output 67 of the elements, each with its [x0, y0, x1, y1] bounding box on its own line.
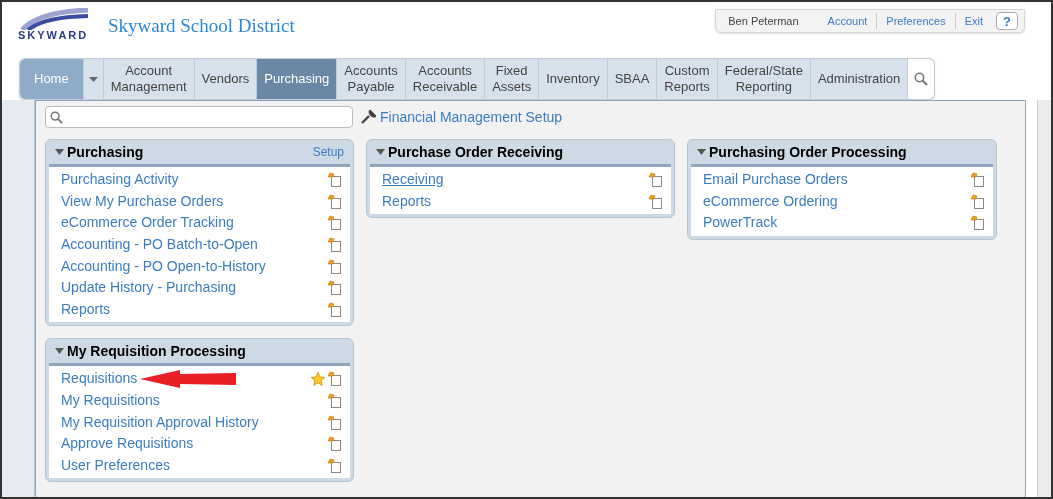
search-icon[interactable] [914, 72, 929, 86]
menu-link[interactable]: User Preferences [61, 454, 170, 476]
panel-title: Purchasing Order Processing [709, 142, 907, 162]
user-name: Ben Peterman [728, 13, 799, 29]
nav-tab[interactable]: Accounts Payable [337, 59, 406, 99]
new-window-icon[interactable] [327, 301, 342, 317]
nav-tab[interactable]: Purchasing [257, 59, 338, 99]
menu-link[interactable]: Requisitions [61, 368, 138, 390]
menu-link[interactable]: Accounting - PO Batch-to-Open [61, 234, 258, 256]
help-button[interactable]: ? [996, 12, 1018, 30]
menu-link[interactable]: Purchasing Activity [61, 169, 179, 191]
collapse-icon[interactable] [697, 149, 706, 155]
dropdown-caret-icon[interactable] [88, 76, 98, 82]
panel-title: Purchase Order Receiving [388, 142, 564, 162]
nav-tab[interactable]: Accounts Receivable [405, 59, 486, 99]
nav-tab[interactable]: Inventory [539, 59, 608, 99]
menu-link[interactable]: Accounting - PO Open-to-History [61, 255, 266, 277]
user-link[interactable]: Account [818, 12, 877, 30]
nav-tab[interactable]: Fixed Assets [485, 59, 540, 99]
new-window-icon[interactable] [648, 193, 663, 209]
new-window-icon[interactable] [327, 172, 342, 188]
new-window-icon[interactable] [970, 193, 985, 209]
new-window-icon[interactable] [327, 393, 342, 409]
menu-link[interactable]: eCommerce Ordering [703, 190, 838, 212]
new-window-icon[interactable] [327, 215, 342, 231]
setup-link[interactable]: Setup [312, 143, 344, 161]
collapse-icon[interactable] [376, 149, 385, 155]
search-icon [50, 110, 63, 124]
panel-title: My Requisition Processing [67, 341, 246, 361]
nav-tab[interactable]: Home [20, 59, 84, 99]
nav-tab[interactable]: Account Management [103, 59, 195, 99]
wrench-icon [361, 109, 376, 125]
menu-link[interactable]: Receiving [382, 169, 444, 191]
menu-link[interactable]: Reports [382, 190, 432, 212]
menu-link[interactable]: Email Purchase Orders [703, 169, 848, 191]
new-window-icon[interactable] [970, 172, 985, 188]
new-window-icon[interactable] [648, 172, 663, 188]
menu-link[interactable]: Update History - Purchasing [61, 277, 237, 299]
new-window-icon[interactable] [327, 436, 342, 452]
menu-link[interactable]: View My Purchase Orders [61, 190, 224, 212]
menu-link[interactable]: eCommerce Order Tracking [61, 212, 234, 234]
collapse-icon[interactable] [55, 149, 64, 155]
star-icon[interactable] [310, 370, 326, 387]
new-window-icon[interactable] [327, 280, 342, 296]
nav-tab[interactable]: Custom Reports [657, 59, 718, 99]
nav-tab[interactable]: SBAA [607, 59, 658, 99]
district-title: Skyward School District [108, 14, 295, 38]
menu-link[interactable]: My Requisition Approval History [61, 411, 259, 433]
setup-link[interactable]: Financial Management Setup [380, 106, 563, 128]
new-window-icon[interactable] [327, 237, 342, 253]
menu-link[interactable]: Reports [61, 298, 111, 320]
new-window-icon[interactable] [327, 371, 342, 387]
new-window-icon[interactable] [327, 258, 342, 274]
user-link[interactable]: Preferences [876, 12, 955, 30]
new-window-icon[interactable] [327, 193, 342, 209]
new-window-icon[interactable] [327, 414, 342, 430]
panel-title: Purchasing [67, 142, 144, 162]
collapse-icon[interactable] [55, 348, 64, 355]
skyward-logo: SKYWARD [18, 8, 100, 58]
user-link[interactable]: Exit [954, 12, 992, 30]
menu-link[interactable]: My Requisitions [61, 390, 160, 412]
menu-link[interactable]: PowerTrack [703, 212, 778, 234]
new-window-icon[interactable] [970, 215, 985, 231]
new-window-icon[interactable] [327, 457, 342, 473]
nav-tab[interactable]: Federal/State Reporting [717, 59, 811, 99]
menu-link[interactable]: Approve Requisitions [61, 433, 194, 455]
search-field[interactable] [45, 106, 353, 128]
